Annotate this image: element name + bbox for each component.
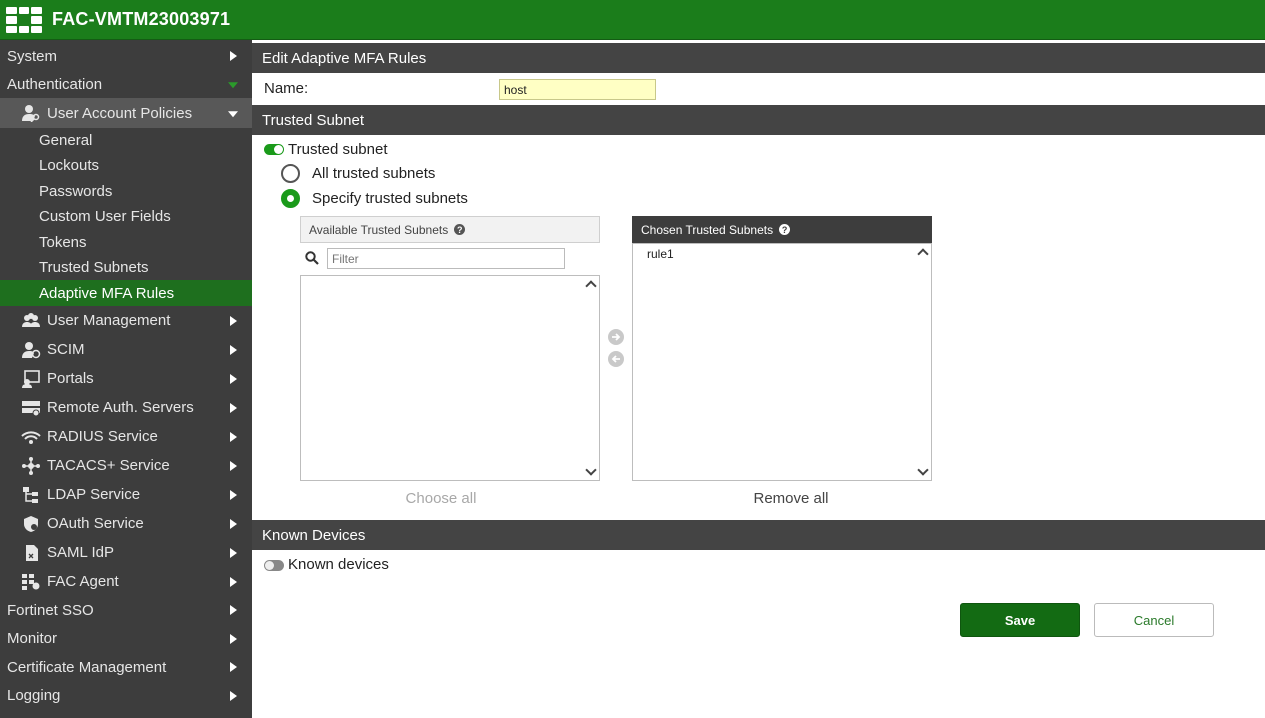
sidebar-item-authentication[interactable]: Authentication	[0, 70, 252, 98]
chevron-right-icon	[230, 605, 237, 615]
sidebar-item-tacacs-service[interactable]: TACACS+ Service	[0, 451, 252, 480]
trusted-subnet-label: Trusted subnet	[288, 141, 388, 158]
sidebar-item-ldap-service[interactable]: LDAP Service	[0, 480, 252, 509]
help-icon[interactable]: ?	[779, 224, 791, 235]
sidebar-item-remote-auth-servers[interactable]: Remote Auth. Servers	[0, 393, 252, 422]
chevron-right-icon	[230, 633, 237, 644]
help-icon[interactable]: ?	[454, 224, 466, 235]
name-input[interactable]	[499, 79, 656, 100]
trusted-subnet-section-header: Trusted Subnet	[252, 105, 1265, 135]
chosen-subnets-list[interactable]: rule1	[632, 243, 932, 481]
move-left-icon[interactable]	[608, 351, 624, 367]
chevron-right-icon	[230, 518, 237, 529]
specify-trusted-subnets-radio[interactable]	[281, 189, 300, 208]
cancel-button[interactable]: Cancel	[1094, 603, 1214, 637]
sidebar-item-monitor[interactable]: Monitor	[0, 624, 252, 653]
user-sync-icon	[20, 340, 42, 360]
document-icon	[20, 543, 42, 563]
top-bar: FAC-VMTM23003971	[0, 0, 1265, 40]
remove-all-button[interactable]: Remove all	[650, 490, 932, 507]
chevron-right-icon	[230, 315, 237, 326]
all-trusted-subnets-label: All trusted subnets	[312, 165, 436, 182]
sidebar-item-scim[interactable]: SCIM	[0, 335, 252, 364]
scroll-down-icon[interactable]	[918, 466, 928, 476]
sidebar-item-fortinet-sso[interactable]: Fortinet SSO	[0, 596, 252, 624]
chevron-right-icon	[230, 489, 237, 500]
save-button[interactable]: Save	[960, 603, 1080, 637]
sidebar-item-general[interactable]: General	[0, 128, 252, 153]
chevron-right-icon	[230, 547, 237, 558]
sidebar: System Authentication User Account Polic…	[0, 40, 252, 718]
network-hub-icon	[20, 456, 42, 476]
sidebar-item-user-account-policies[interactable]: User Account Policies	[0, 98, 252, 128]
sidebar-item-saml-idp[interactable]: SAML IdP	[0, 538, 252, 567]
known-devices-toggle[interactable]	[264, 560, 284, 571]
known-devices-label: Known devices	[288, 556, 389, 573]
specify-trusted-subnets-label: Specify trusted subnets	[312, 190, 468, 207]
main-content: Edit Adaptive MFA Rules Name: Trusted Su…	[252, 40, 1265, 718]
move-right-icon[interactable]	[608, 329, 624, 345]
chevron-right-icon	[230, 373, 237, 384]
chevron-right-icon	[230, 662, 237, 672]
sidebar-item-oauth-service[interactable]: OAuth Service	[0, 509, 252, 538]
scroll-up-icon[interactable]	[586, 279, 596, 289]
sidebar-item-portals[interactable]: Portals	[0, 364, 252, 393]
chevron-right-icon	[230, 431, 237, 442]
sidebar-item-logging[interactable]: Logging	[0, 681, 252, 710]
shield-icon	[20, 514, 42, 534]
sidebar-item-tokens[interactable]: Tokens	[0, 229, 252, 255]
chevron-right-icon	[230, 576, 237, 587]
chevron-down-icon	[228, 82, 238, 89]
chevron-right-icon	[230, 460, 237, 471]
available-subnets-list[interactable]	[300, 275, 600, 481]
sidebar-item-adaptive-mfa-rules[interactable]: Adaptive MFA Rules	[0, 280, 252, 306]
chevron-right-icon	[230, 402, 237, 413]
scroll-up-icon[interactable]	[918, 247, 928, 257]
agent-grid-icon	[20, 572, 42, 592]
sidebar-item-radius-service[interactable]: RADIUS Service	[0, 422, 252, 451]
choose-all-button[interactable]: Choose all	[300, 490, 582, 507]
trusted-subnet-toggle[interactable]	[264, 144, 284, 155]
sidebar-item-custom-user-fields[interactable]: Custom User Fields	[0, 204, 252, 229]
user-key-icon	[20, 103, 42, 123]
users-icon	[20, 311, 42, 331]
search-icon	[305, 251, 319, 265]
filter-input[interactable]	[327, 248, 565, 269]
tree-icon	[20, 485, 42, 505]
sidebar-item-fac-agent[interactable]: FAC Agent	[0, 567, 252, 596]
all-trusted-subnets-radio[interactable]	[281, 164, 300, 183]
app-title: FAC-VMTM23003971	[52, 9, 231, 29]
wifi-icon	[20, 427, 42, 447]
chevron-down-icon	[228, 111, 238, 118]
sidebar-item-certificate-management[interactable]: Certificate Management	[0, 653, 252, 681]
chevron-right-icon	[230, 344, 237, 355]
sidebar-item-system[interactable]: System	[0, 42, 252, 70]
page-title: Edit Adaptive MFA Rules	[252, 43, 1265, 73]
portal-icon	[20, 369, 42, 389]
sidebar-item-trusted-subnets[interactable]: Trusted Subnets	[0, 255, 252, 280]
chevron-right-icon	[230, 690, 237, 701]
name-label: Name:	[264, 80, 309, 97]
sidebar-item-lockouts[interactable]: Lockouts	[0, 153, 252, 178]
available-trusted-subnets-header: Available Trusted Subnets?	[300, 216, 600, 243]
server-icon	[20, 398, 42, 418]
known-devices-section-header: Known Devices	[252, 520, 1265, 550]
sidebar-item-passwords[interactable]: Passwords	[0, 178, 252, 204]
list-item[interactable]: rule1	[647, 247, 674, 261]
sidebar-item-user-management[interactable]: User Management	[0, 306, 252, 335]
scroll-down-icon[interactable]	[586, 466, 596, 476]
chosen-trusted-subnets-header: Chosen Trusted Subnets?	[632, 216, 932, 243]
fortinet-logo-icon[interactable]	[6, 7, 42, 33]
chevron-right-icon	[230, 51, 237, 61]
